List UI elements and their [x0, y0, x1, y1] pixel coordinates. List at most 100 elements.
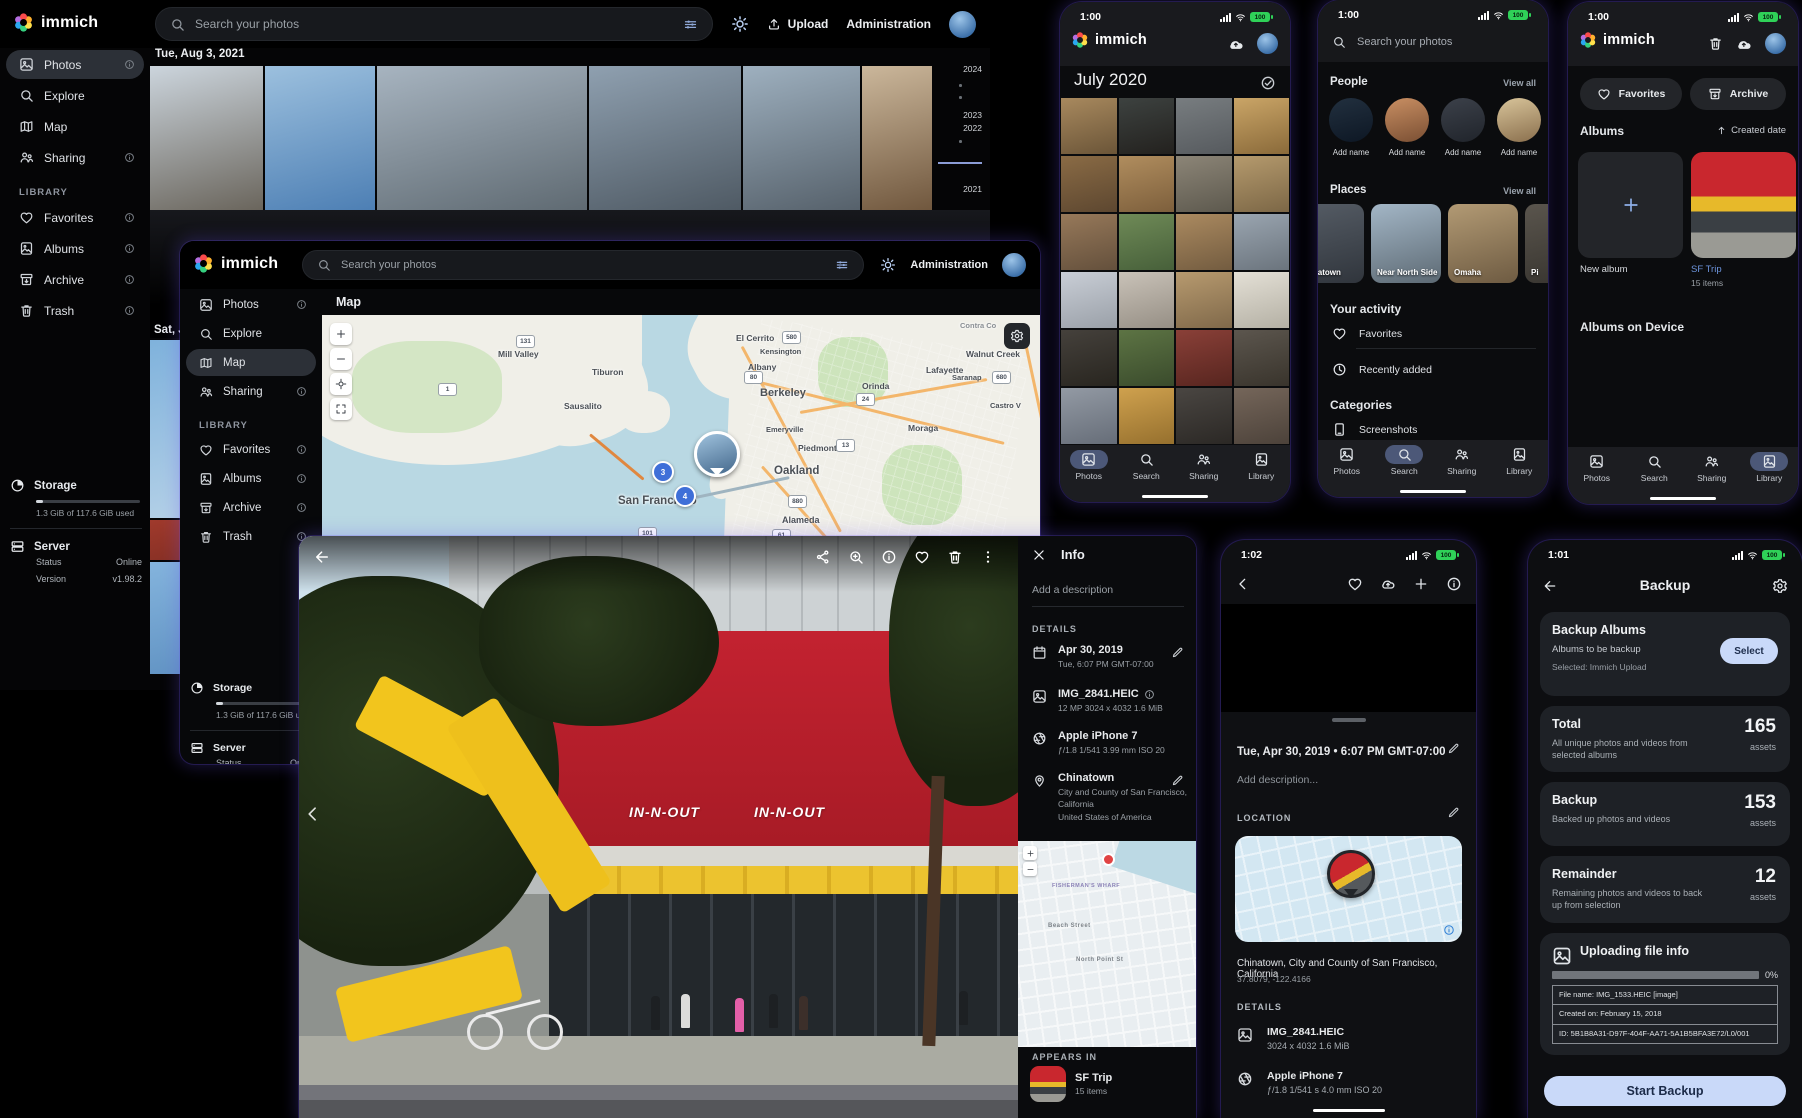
scrubber-year[interactable]: 2023: [936, 110, 982, 120]
sidebar-item[interactable]: Map: [186, 349, 316, 376]
select-all-icon[interactable]: [1260, 75, 1276, 91]
sidebar-item[interactable]: Explore: [6, 81, 144, 110]
nav-item[interactable]: Photos: [1066, 450, 1112, 502]
sidebar-item[interactable]: Explore: [186, 320, 316, 347]
archive-button[interactable]: Archive: [1690, 78, 1786, 110]
photo-thumbnail[interactable]: [1061, 98, 1117, 154]
place-tile[interactable]: Omaha: [1448, 204, 1518, 283]
view-all-places-link[interactable]: View all: [1503, 186, 1536, 196]
photo-thumbnail[interactable]: [1119, 272, 1175, 328]
photo-thumbnail[interactable]: [1176, 214, 1232, 270]
photo-thumbnail[interactable]: [1234, 214, 1290, 270]
backup-cloud-icon[interactable]: [1227, 35, 1245, 53]
previous-photo-icon[interactable]: [303, 804, 323, 824]
back-icon[interactable]: [1235, 576, 1251, 592]
sort-control[interactable]: Created date: [1716, 125, 1786, 136]
activity-row[interactable]: Favorites: [1332, 326, 1536, 341]
person-item[interactable]: Add name: [1440, 98, 1486, 157]
photo-thumbnail[interactable]: [862, 66, 932, 210]
place-tile[interactable]: Pi: [1525, 204, 1548, 283]
photo-thumbnail[interactable]: [1061, 272, 1117, 328]
favorite-icon[interactable]: [914, 549, 930, 565]
theme-toggle-icon[interactable]: [731, 15, 749, 33]
sidebar-item[interactable]: Map: [6, 112, 144, 141]
file-info-icon[interactable]: [1144, 689, 1155, 700]
location-map[interactable]: [1235, 836, 1462, 942]
photo-area[interactable]: [1221, 604, 1476, 712]
back-icon[interactable]: [313, 548, 331, 566]
immich-logo[interactable]: immich: [14, 13, 98, 32]
photo-thumbnail[interactable]: [150, 66, 263, 210]
photo-thumbnail[interactable]: [1234, 388, 1290, 444]
add-name-label[interactable]: Add name: [1333, 148, 1369, 157]
avatar[interactable]: [1257, 33, 1278, 54]
map-photo-marker[interactable]: [694, 431, 740, 477]
sidebar-item[interactable]: Favorites: [186, 436, 316, 463]
photo-thumbnail[interactable]: [1119, 98, 1175, 154]
photo-thumbnail[interactable]: [1234, 98, 1290, 154]
select-button[interactable]: Select: [1720, 638, 1778, 664]
album-name[interactable]: SF Trip: [1691, 264, 1722, 275]
description-input[interactable]: Add description...: [1237, 774, 1460, 786]
photo-thumbnail[interactable]: [1061, 388, 1117, 444]
photo-thumbnail[interactable]: [1234, 330, 1290, 386]
sidebar-item[interactable]: Sharing: [6, 143, 144, 172]
view-all-people-link[interactable]: View all: [1503, 78, 1536, 88]
trash-icon[interactable]: [1708, 36, 1723, 51]
sheet-drag-handle[interactable]: [1332, 718, 1366, 722]
photo-thumbnail[interactable]: [1119, 214, 1175, 270]
photo-thumbnail[interactable]: [743, 66, 860, 210]
map-attribution-icon[interactable]: [1443, 924, 1455, 936]
album-tile-sf-trip[interactable]: [1691, 152, 1796, 258]
location-minimap[interactable]: FISHERMAN'S WHARFBeach StreetNorth Point…: [1018, 841, 1196, 1047]
photo-thumbnail[interactable]: [1119, 388, 1175, 444]
sidebar-item[interactable]: Albums: [6, 234, 144, 263]
add-name-label[interactable]: Add name: [1501, 148, 1537, 157]
avatar[interactable]: [1765, 33, 1786, 54]
photo-thumbnail[interactable]: [1061, 214, 1117, 270]
photo-thumbnail[interactable]: [377, 66, 587, 210]
map-photo-cluster-marker[interactable]: 4: [674, 485, 696, 507]
nav-item[interactable]: Library: [1496, 445, 1542, 497]
edit-location-icon[interactable]: [1447, 806, 1460, 819]
search-filter-icon[interactable]: [683, 17, 698, 32]
sidebar-item[interactable]: Photos: [186, 291, 316, 318]
fullscreen-button[interactable]: [330, 398, 352, 420]
avatar[interactable]: [949, 11, 976, 38]
photo-thumbnail[interactable]: [589, 66, 741, 210]
search-input[interactable]: Search your photos: [155, 7, 713, 41]
sidebar-item[interactable]: Archive: [186, 494, 316, 521]
photo-thumbnail[interactable]: [1061, 156, 1117, 212]
category-row[interactable]: Screenshots: [1332, 422, 1536, 437]
sidebar-item[interactable]: Photos: [6, 50, 144, 79]
sidebar-item[interactable]: Archive: [6, 265, 144, 294]
scrubber-position[interactable]: [938, 162, 982, 164]
person-item[interactable]: Add name: [1496, 98, 1542, 157]
share-icon[interactable]: [815, 549, 831, 565]
place-tile[interactable]: Near North Side: [1371, 204, 1441, 283]
edit-location-icon[interactable]: [1171, 774, 1184, 787]
upload-cloud-icon[interactable]: [1380, 576, 1396, 592]
sidebar-item[interactable]: Favorites: [6, 203, 144, 232]
photo-thumbnail[interactable]: [1234, 156, 1290, 212]
theme-toggle-icon[interactable]: [880, 257, 896, 273]
zoom-icon[interactable]: [848, 549, 864, 565]
nav-item[interactable]: Photos: [1574, 452, 1620, 504]
map-settings-button[interactable]: [1004, 323, 1030, 349]
photo-thumbnail[interactable]: [265, 66, 375, 210]
person-item[interactable]: Add name: [1328, 98, 1374, 157]
sidebar-item[interactable]: Trash: [186, 523, 316, 550]
sidebar-item[interactable]: Sharing: [186, 378, 316, 405]
add-to-album-icon[interactable]: [1413, 576, 1429, 592]
sidebar-item[interactable]: Albums: [186, 465, 316, 492]
info-icon[interactable]: [881, 549, 897, 565]
locate-button[interactable]: [330, 373, 352, 395]
zoom-in-button[interactable]: [1023, 846, 1037, 860]
scrubber-year[interactable]: 2022: [936, 123, 982, 133]
scrubber-year[interactable]: 2024: [936, 64, 982, 74]
edit-date-icon[interactable]: [1171, 646, 1184, 659]
album-link-row[interactable]: SF Trip 15 items: [1030, 1066, 1112, 1102]
add-name-label[interactable]: Add name: [1445, 148, 1481, 157]
administration-link[interactable]: Administration: [910, 259, 988, 271]
settings-gear-icon[interactable]: [1772, 578, 1788, 594]
